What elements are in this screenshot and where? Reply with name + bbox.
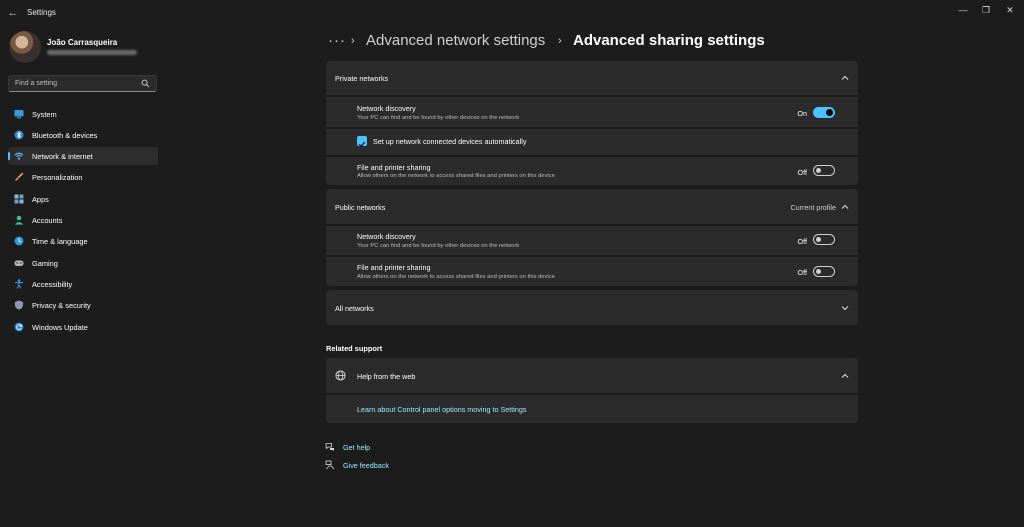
auto-setup-label[interactable]: Set up network connected devices automat…: [373, 137, 526, 146]
globe-clock-icon: [14, 236, 24, 246]
accessibility-icon: [15, 279, 23, 289]
public-network-discovery-title: Network discovery: [357, 232, 416, 241]
bluetooth-icon: [14, 130, 24, 140]
user-name: João Carrasqueira: [47, 38, 118, 47]
give-feedback-link[interactable]: Give feedback: [343, 461, 389, 470]
sidebar-item-network[interactable]: Network & internet: [8, 147, 158, 165]
private-networks-card: Private networks Network discovery Your …: [326, 61, 858, 185]
all-networks-title: All networks: [335, 304, 374, 313]
private-file-sharing-description: Allow others on the network to access sh…: [357, 173, 555, 179]
breadcrumb-separator: ›: [351, 35, 355, 47]
private-file-sharing-state: Off: [797, 168, 807, 177]
sidebar-item-apps[interactable]: Apps: [8, 190, 158, 208]
public-networks-title: Public networks: [335, 203, 386, 212]
sidebar-item-bluetooth[interactable]: Bluetooth & devices: [8, 126, 158, 144]
sidebar-item-label: Gaming: [32, 259, 58, 268]
help-from-web-title: Help from the web: [357, 372, 416, 381]
person-icon: [14, 215, 24, 225]
chevron-down-icon[interactable]: [841, 304, 849, 312]
sidebar-item-label: Apps: [32, 195, 49, 204]
breadcrumb-advanced-network-settings[interactable]: Advanced network settings: [366, 32, 545, 49]
sidebar-item-label: Windows Update: [32, 323, 88, 332]
minimize-button[interactable]: —: [953, 4, 973, 16]
back-arrow-icon[interactable]: ←: [6, 6, 20, 20]
public-file-sharing-title: File and printer sharing: [357, 263, 431, 272]
private-network-discovery-description: Your PC can find and be found by other d…: [357, 115, 520, 121]
sidebar-item-label: System: [32, 110, 57, 119]
private-network-discovery-toggle[interactable]: [813, 107, 835, 118]
sidebar-item-personalization[interactable]: Personalization: [8, 168, 158, 186]
public-file-sharing-toggle[interactable]: [813, 266, 835, 277]
sidebar-item-accessibility[interactable]: Accessibility: [8, 275, 158, 293]
sidebar-item-system[interactable]: System: [8, 105, 158, 123]
all-networks-card[interactable]: All networks: [326, 290, 858, 325]
private-network-discovery-state: On: [797, 109, 807, 118]
private-file-sharing-title: File and printer sharing: [357, 163, 431, 172]
chevron-up-icon[interactable]: [841, 203, 849, 211]
private-network-discovery-title: Network discovery: [357, 104, 416, 113]
public-file-sharing-state: Off: [797, 268, 807, 277]
update-icon: [14, 322, 24, 332]
chevron-up-icon[interactable]: [841, 372, 849, 380]
public-networks-card: Public networks Current profile Network …: [326, 189, 858, 286]
wifi-icon: [14, 152, 24, 160]
chevron-up-icon[interactable]: [841, 74, 849, 82]
sidebar-item-label: Network & internet: [32, 152, 93, 161]
private-networks-title: Private networks: [335, 74, 389, 83]
search-icon[interactable]: [141, 79, 150, 88]
user-email-redacted: [47, 50, 137, 55]
brush-icon: [15, 172, 24, 181]
avatar[interactable]: [9, 31, 41, 63]
sidebar-item-label: Privacy & security: [32, 301, 91, 310]
help-from-web-header[interactable]: Help from the web: [326, 358, 858, 393]
globe-icon: [335, 370, 346, 381]
sidebar-item-label: Time & language: [32, 237, 88, 246]
auto-setup-checkbox[interactable]: [357, 136, 367, 148]
sidebar-item-gaming[interactable]: Gaming: [8, 254, 158, 272]
related-support-title: Related support: [326, 344, 383, 353]
breadcrumb-separator: ›: [558, 35, 562, 47]
sidebar-item-accounts[interactable]: Accounts: [8, 211, 158, 229]
get-help-link[interactable]: Get help: [343, 443, 370, 452]
close-button[interactable]: ✕: [1000, 4, 1020, 16]
public-network-discovery-description: Your PC can find and be found by other d…: [357, 243, 520, 249]
sidebar-item-label: Accounts: [32, 216, 63, 225]
apps-icon: [14, 194, 24, 204]
sidebar-item-privacy[interactable]: Privacy & security: [8, 296, 158, 314]
breadcrumb-overflow-button[interactable]: ···: [328, 32, 346, 49]
private-file-sharing-toggle[interactable]: [813, 165, 835, 176]
search-input[interactable]: Find a setting: [15, 80, 57, 87]
search-box[interactable]: Find a setting: [8, 75, 157, 92]
sidebar-item-label: Bluetooth & devices: [32, 131, 98, 140]
public-networks-header[interactable]: Public networks Current profile: [326, 189, 858, 223]
title-bar: ← Settings — ❐ ✕: [0, 0, 1024, 26]
get-help-icon: [325, 443, 334, 451]
sidebar-item-windows-update[interactable]: Windows Update: [8, 318, 158, 336]
gamepad-icon: [14, 260, 24, 266]
public-file-sharing-description: Allow others on the network to access sh…: [357, 274, 555, 280]
private-networks-header[interactable]: Private networks: [326, 61, 858, 95]
shield-icon: [15, 300, 23, 310]
public-network-discovery-toggle[interactable]: [813, 234, 835, 245]
current-profile-badge: Current profile: [790, 203, 836, 212]
sidebar-item-label: Accessibility: [32, 280, 73, 289]
feedback-icon: [325, 460, 335, 470]
checkmark-icon: [358, 141, 366, 148]
app-title: Settings: [27, 8, 56, 17]
public-network-discovery-state: Off: [797, 237, 807, 246]
related-support-card: Help from the web Learn about Control pa…: [326, 358, 858, 423]
sidebar-item-label: Personalization: [32, 173, 83, 182]
monitor-icon: [14, 110, 24, 119]
page-title: Advanced sharing settings: [573, 32, 765, 49]
maximize-button[interactable]: ❐: [976, 4, 996, 16]
sidebar-item-time-language[interactable]: Time & language: [8, 232, 158, 250]
control-panel-link[interactable]: Learn about Control panel options moving…: [357, 405, 526, 414]
